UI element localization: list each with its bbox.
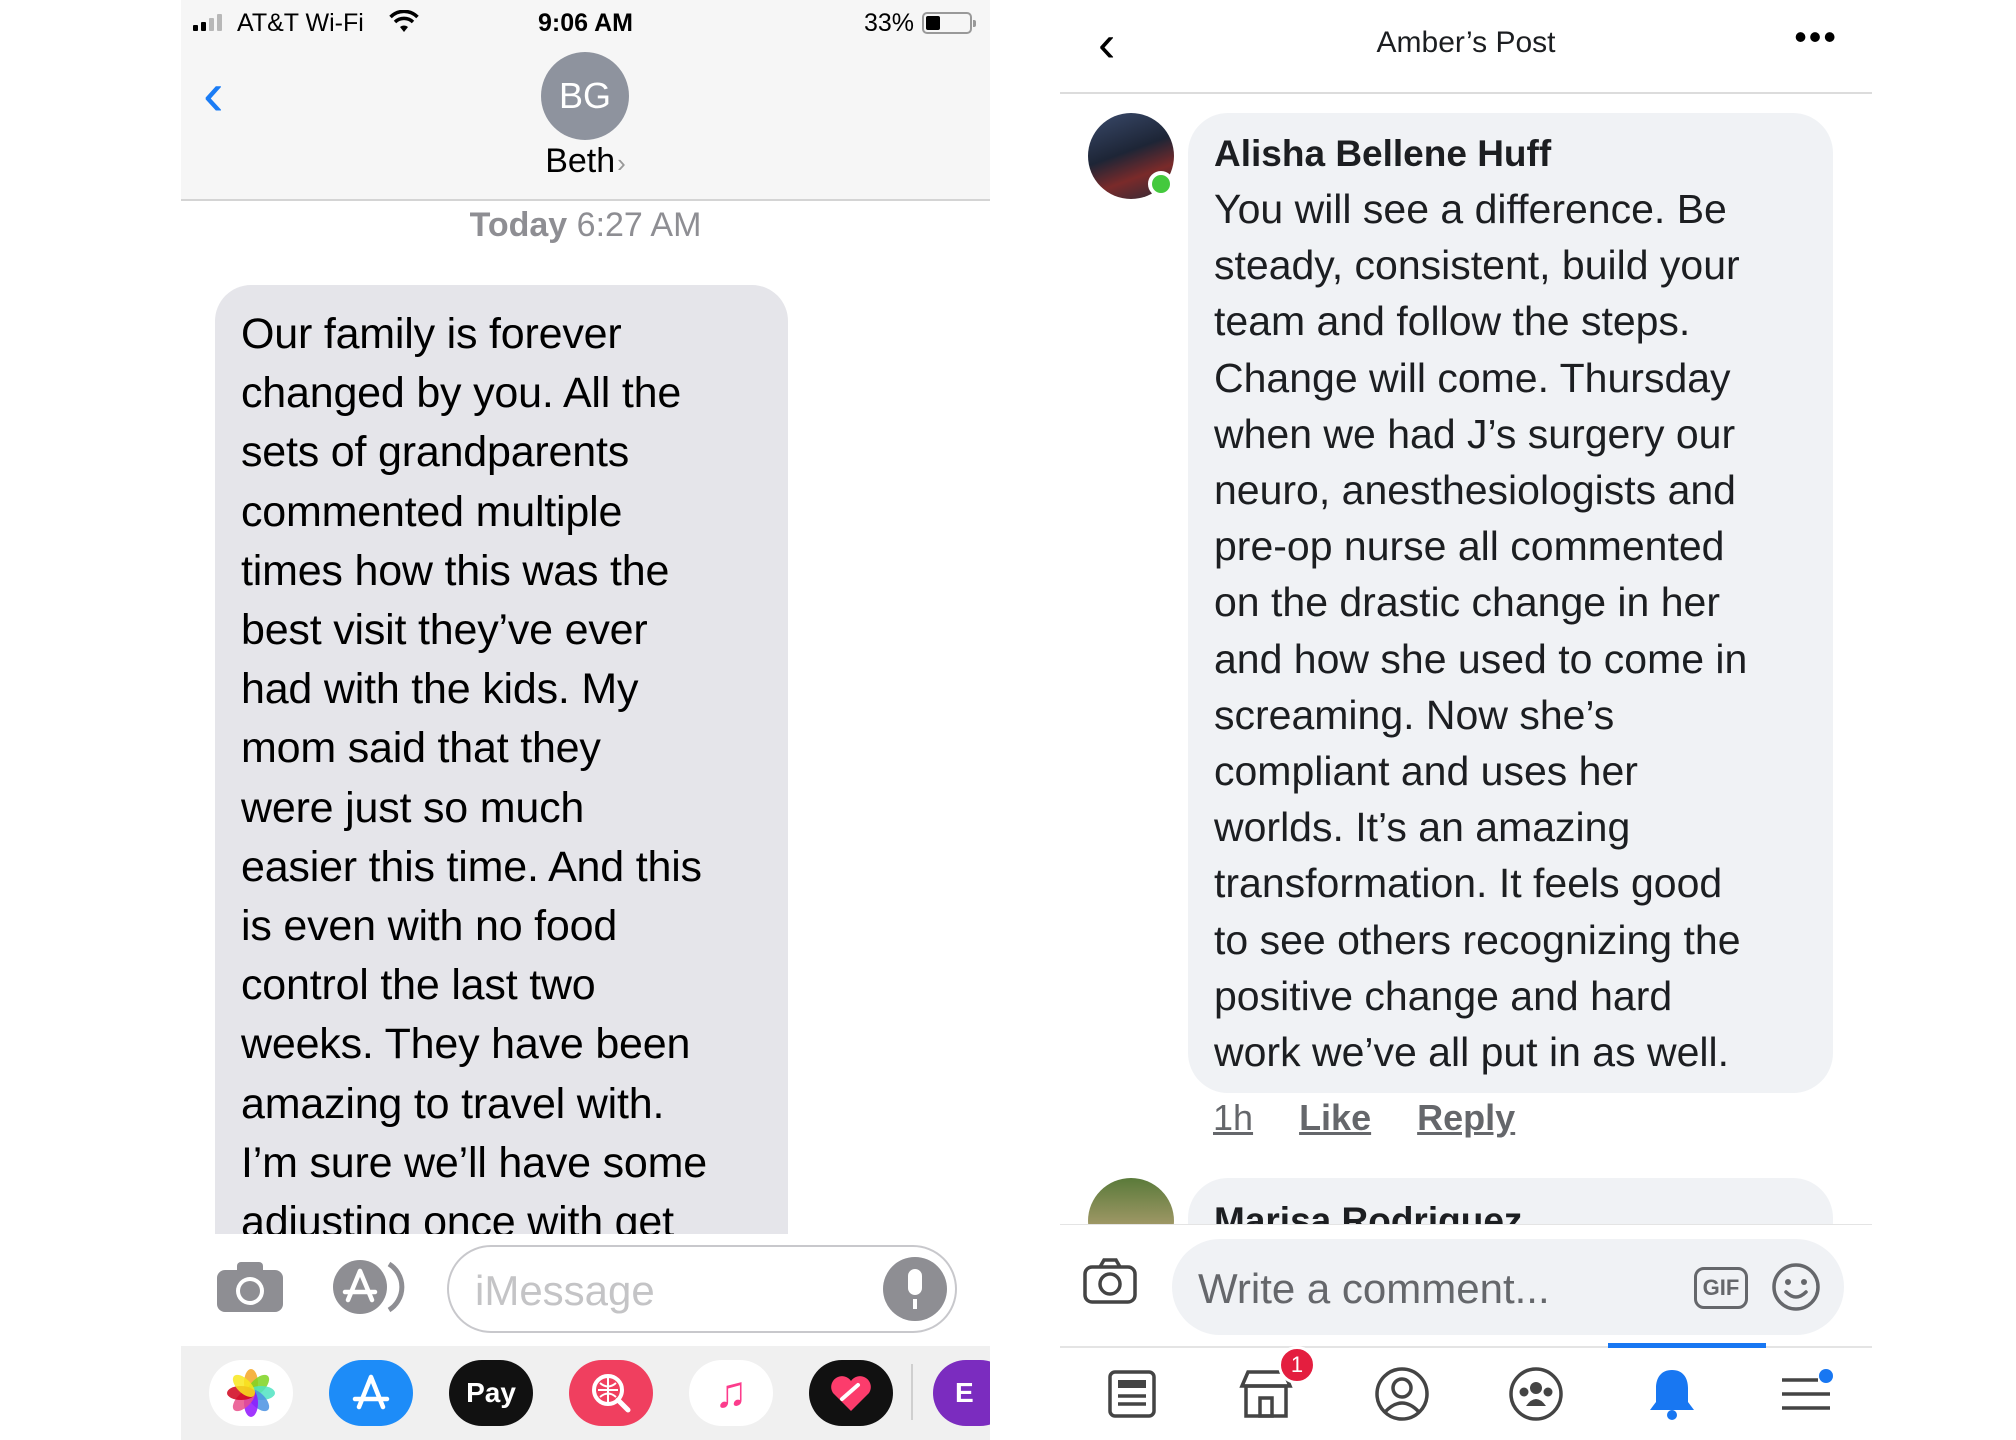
contact-avatar[interactable]: BG (541, 52, 629, 140)
comment-line: positive change and hard (1214, 972, 1673, 1019)
message-line: mom said that they (241, 724, 601, 773)
chevron-right-icon: › (617, 148, 626, 178)
avatar[interactable] (1088, 113, 1174, 199)
comment-line: pre-op nurse all commented (1214, 523, 1725, 570)
timestamp-day: Today (469, 206, 568, 244)
comment-line: steady, consistent, build your (1214, 242, 1740, 289)
comment-placeholder: Write a comment... (1198, 1265, 1550, 1312)
comment-bubble: Alisha Bellene Huff You will see a diffe… (1188, 113, 1833, 1093)
bottom-nav: 1 (1060, 1343, 1872, 1440)
more-options-icon[interactable]: ••• (1794, 16, 1838, 58)
received-message-bubble[interactable]: Our family is forever changed by you. All… (215, 285, 788, 1285)
comment-line: You will see a difference. Be (1214, 186, 1727, 232)
online-status-icon (1148, 171, 1174, 197)
message-placeholder: iMessage (475, 1267, 655, 1314)
comment-actions: 1h Like Reply (1213, 1097, 1551, 1139)
app-store-icon[interactable] (331, 1258, 407, 1316)
emoji-icon[interactable] (1770, 1261, 1822, 1313)
contact-name-label: Beth (545, 142, 616, 180)
timestamp-time: 6:27 AM (576, 206, 702, 244)
message-line: best visit they’ve ever (241, 606, 648, 655)
imessage-screen: AT&T Wi-Fi 9:06 AM 33% ‹ BG Beth› Today … (181, 0, 990, 1440)
comment-line: neuro, anesthesiologists and (1214, 467, 1736, 514)
message-line: control the last two (241, 961, 596, 1010)
comment-line: work we’ve all put in as well. (1214, 1029, 1729, 1076)
profile-icon[interactable] (1372, 1364, 1432, 1424)
message-line: easier this time. And this (241, 842, 702, 891)
like-button[interactable]: Like (1299, 1097, 1371, 1138)
comment-line: to see others recognizing the (1214, 916, 1741, 963)
message-line: amazing to travel with. (241, 1079, 665, 1128)
digital-touch-icon[interactable] (809, 1360, 893, 1426)
comment-line: screaming. Now she’s (1214, 691, 1615, 738)
message-line: Our family is forever (241, 310, 622, 358)
groups-icon[interactable] (1506, 1364, 1566, 1424)
comment-compose-bar: Write a comment... GIF (1060, 1224, 1872, 1344)
comment-line: Change will come. Thursday (1214, 354, 1731, 401)
gif-icon[interactable]: GIF (1694, 1267, 1748, 1309)
back-icon[interactable]: ‹ (203, 64, 224, 126)
comment-age[interactable]: 1h (1213, 1097, 1253, 1138)
facebook-screen: ‹ Amber’s Post ••• Alisha Bellene Huff Y… (1060, 0, 1872, 1440)
extra-app-icon[interactable]: E (933, 1360, 990, 1426)
compose-bar: iMessage (181, 1234, 990, 1346)
contact-name[interactable]: Beth› (181, 142, 990, 181)
search-images-icon[interactable] (569, 1360, 653, 1426)
camera-icon[interactable] (1082, 1257, 1138, 1305)
comment-line: transformation. It feels good (1214, 860, 1723, 907)
comment-author[interactable]: Alisha Bellene Huff (1214, 133, 1807, 175)
notifications-bell-icon[interactable] (1642, 1364, 1702, 1424)
message-input[interactable]: iMessage (447, 1245, 957, 1333)
conversation-header: ‹ BG Beth› (181, 46, 990, 201)
marketplace-icon[interactable]: 1 (1236, 1346, 1316, 1424)
message-line: changed by you. All the (241, 369, 682, 418)
message-line: commented multiple (241, 487, 623, 536)
active-tab-indicator (1608, 1343, 1766, 1348)
post-header: ‹ Amber’s Post ••• (1060, 0, 1872, 94)
comment-input[interactable]: Write a comment... GIF (1172, 1239, 1844, 1335)
microphone-icon[interactable] (883, 1257, 947, 1321)
page-title: Amber’s Post (1376, 26, 1556, 59)
photos-icon[interactable] (209, 1360, 293, 1426)
music-icon[interactable]: ♫ (689, 1360, 773, 1426)
camera-icon[interactable] (215, 1260, 285, 1314)
message-line: had with the kids. My (241, 665, 639, 714)
message-line: is even with no food (241, 902, 618, 951)
comment-line: worlds. It’s an amazing (1214, 804, 1631, 851)
message-line: times how this was the (241, 546, 670, 595)
app-store-icon[interactable] (329, 1360, 413, 1426)
app-drawer: Pay ♫ E (181, 1346, 990, 1440)
comment-line: and how she used to come in (1214, 635, 1748, 682)
message-line: were just so much (241, 783, 585, 832)
status-bar: AT&T Wi-Fi 9:06 AM 33% (181, 0, 990, 46)
message-line: sets of grandparents (241, 428, 630, 477)
apple-pay-label: Pay (466, 1377, 516, 1408)
battery-icon (922, 12, 976, 34)
comment-line: when we had J’s surgery our (1214, 410, 1736, 457)
comment-line: on the drastic change in her (1214, 579, 1720, 626)
news-feed-icon[interactable] (1102, 1364, 1162, 1424)
reply-button[interactable]: Reply (1417, 1097, 1515, 1138)
apple-pay-icon[interactable]: Pay (449, 1360, 533, 1426)
comment-text: You will see a difference. Be steady, con… (1214, 181, 1807, 1080)
message-line: I’m sure we’ll have some (241, 1138, 707, 1187)
comment-line: team and follow the steps. (1214, 298, 1691, 345)
message-line: weeks. They have been (241, 1020, 691, 1069)
message-timestamp: Today 6:27 AM (181, 206, 990, 245)
battery-percent: 33% (863, 9, 914, 37)
tray-divider (911, 1364, 913, 1420)
notification-badge: 1 (1278, 1346, 1316, 1384)
menu-icon[interactable] (1776, 1364, 1836, 1424)
comment-line: compliant and uses her (1214, 748, 1638, 795)
